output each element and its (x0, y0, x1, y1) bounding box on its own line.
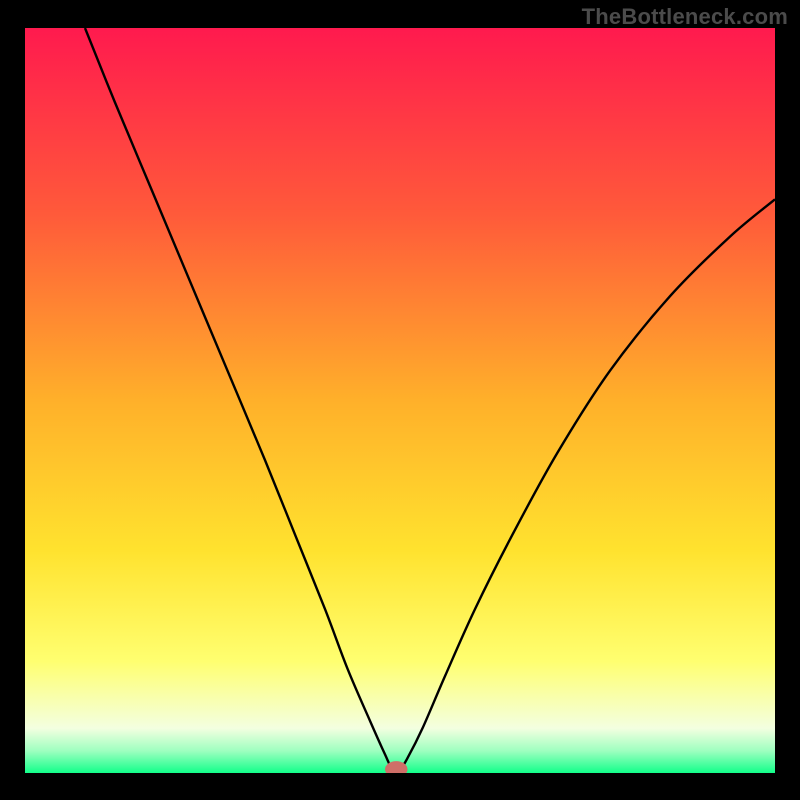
bottleneck-chart (25, 28, 775, 773)
chart-frame: TheBottleneck.com (0, 0, 800, 800)
plot-area (25, 28, 775, 773)
watermark-text: TheBottleneck.com (582, 4, 788, 30)
gradient-background (25, 28, 775, 773)
